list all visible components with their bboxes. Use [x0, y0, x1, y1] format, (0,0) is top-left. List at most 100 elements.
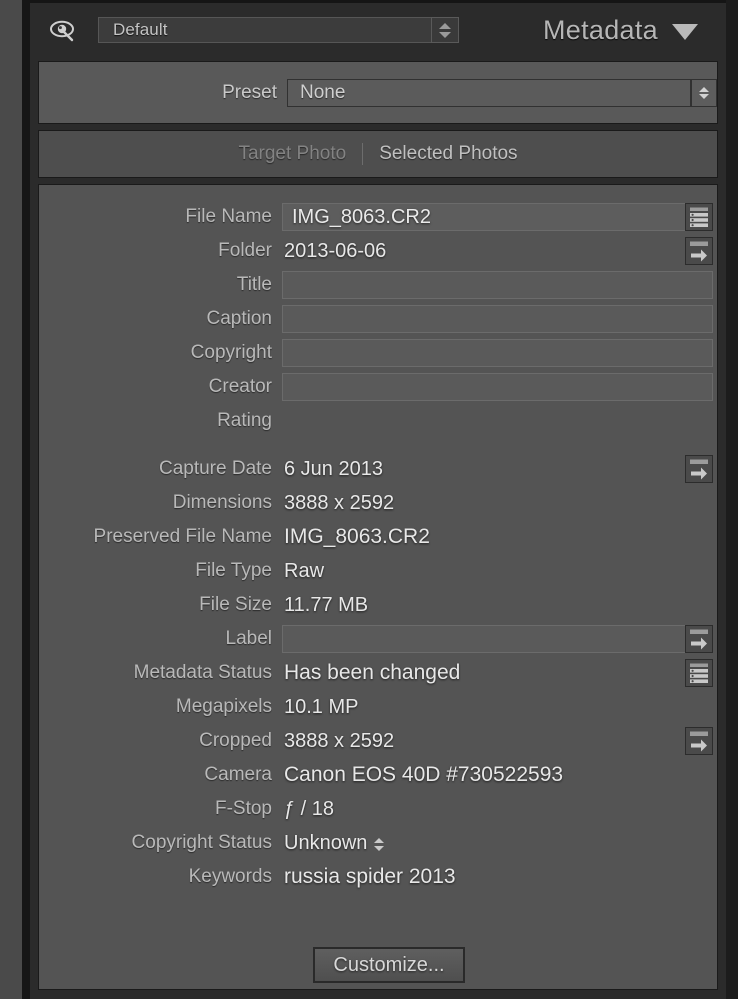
- arrow-right-icon-button[interactable]: [685, 727, 713, 755]
- right-edge-strip: [726, 0, 738, 999]
- list-icon: [689, 662, 709, 684]
- metadata-row: Megapixels 10.1 MP: [39, 690, 717, 724]
- field-value: IMG_8063.CR2: [292, 206, 431, 228]
- panel-body: Default Metadata Preset None Target Phot…: [30, 0, 726, 999]
- default-preset-dropdown[interactable]: Default: [98, 17, 432, 43]
- metadata-row: Title: [39, 268, 717, 302]
- metadata-row: Camera Canon EOS 40D #730522593: [39, 758, 717, 792]
- triangle-up-icon: [699, 87, 709, 92]
- metadata-row: Dimensions 3888 x 2592: [39, 486, 717, 520]
- metadata-row: Capture Date 6 Jun 2013: [39, 452, 717, 486]
- field-label: Cropped: [199, 730, 272, 751]
- copyright-status-stepper[interactable]: [373, 835, 385, 853]
- field-label: Preserved File Name: [93, 526, 272, 547]
- field-value[interactable]: Raw: [284, 554, 324, 588]
- metadata-row: File Type Raw: [39, 554, 717, 588]
- arrow-right-icon: [689, 240, 709, 262]
- arrow-right-icon: [689, 628, 709, 650]
- field-value[interactable]: 11.77 MB: [284, 588, 368, 622]
- field-label: Keywords: [188, 866, 272, 887]
- field-value[interactable]: Has been changed: [284, 656, 460, 690]
- left-gutter: [0, 0, 22, 999]
- metadata-row: Folder 2013-06-06: [39, 234, 717, 268]
- field-input[interactable]: [282, 305, 713, 333]
- lightroom-metadata-panel: Default Metadata Preset None Target Phot…: [0, 0, 738, 999]
- field-value[interactable]: 6 Jun 2013: [284, 452, 383, 486]
- metadata-row: File Size 11.77 MB: [39, 588, 717, 622]
- metadata-row: Metadata Status Has been changed: [39, 656, 717, 690]
- field-value[interactable]: Canon EOS 40D #730522593: [284, 758, 563, 792]
- metadata-row: Keywords russia spider 2013: [39, 860, 717, 894]
- field-value[interactable]: 2013-06-06: [284, 234, 386, 268]
- field-input[interactable]: IMG_8063.CR2: [282, 203, 713, 231]
- preset-row: Preset None: [38, 61, 718, 124]
- field-label: Label: [225, 628, 273, 649]
- field-label: Copyright Status: [131, 832, 272, 853]
- metadata-row: Cropped 3888 x 2592: [39, 724, 717, 758]
- arrow-right-icon: [689, 458, 709, 480]
- field-input[interactable]: [282, 373, 713, 401]
- field-value[interactable]: 10.1 MP: [284, 690, 358, 724]
- preset-value: None: [300, 82, 346, 103]
- metadata-row: Caption: [39, 302, 717, 336]
- arrow-right-icon: [689, 730, 709, 752]
- metadata-field-list: File Name IMG_8063.CR2 Folder 2013-06-06 Tit…: [38, 184, 718, 990]
- list-icon-button[interactable]: [685, 203, 713, 231]
- field-label: Megapixels: [175, 696, 272, 717]
- metadata-row: Creator: [39, 370, 717, 404]
- arrow-right-icon-button[interactable]: [685, 455, 713, 483]
- field-label: File Size: [199, 594, 272, 615]
- left-gutter-divider: [22, 0, 30, 999]
- field-value[interactable]: IMG_8063.CR2: [284, 520, 430, 554]
- metadata-row: Copyright Status Unknown: [39, 826, 717, 860]
- metadata-row: Copyright: [39, 336, 717, 370]
- field-label: Metadata Status: [133, 662, 272, 683]
- metadata-row: Label: [39, 622, 717, 656]
- field-label: Camera: [204, 764, 272, 785]
- preset-stepper[interactable]: [691, 79, 717, 107]
- field-value[interactable]: 3888 x 2592: [284, 724, 394, 758]
- panel-collapse-triangle-down-icon[interactable]: [672, 24, 698, 40]
- triangle-down-icon: [699, 94, 709, 99]
- metadata-row: File Name IMG_8063.CR2: [39, 200, 717, 234]
- field-value[interactable]: ƒ / 18: [284, 792, 334, 826]
- triangle-up-icon: [439, 22, 451, 29]
- field-value[interactable]: 3888 x 2592: [284, 486, 394, 520]
- arrow-right-icon-button[interactable]: [685, 237, 713, 265]
- tab-target-photo[interactable]: Target Photo: [238, 143, 346, 165]
- customize-button[interactable]: Customize...: [313, 947, 465, 983]
- eye-icon[interactable]: [50, 18, 76, 42]
- field-input[interactable]: [282, 339, 713, 367]
- field-label: Caption: [206, 308, 273, 329]
- photo-scope-tabs: Target Photo Selected Photos: [38, 130, 718, 178]
- page-title: Metadata: [543, 15, 658, 45]
- field-label: Capture Date: [158, 458, 272, 479]
- field-label: Dimensions: [172, 492, 272, 513]
- metadata-row: Rating: [39, 404, 717, 438]
- field-input[interactable]: [282, 625, 713, 653]
- field-label: Copyright: [190, 342, 272, 363]
- preset-label: Preset: [222, 82, 277, 103]
- metadata-row: F-Stop ƒ / 18: [39, 792, 717, 826]
- arrow-right-icon-button[interactable]: [685, 625, 713, 653]
- list-icon: [689, 206, 709, 228]
- field-value[interactable]: russia spider 2013: [284, 860, 456, 894]
- default-preset-stepper[interactable]: [431, 17, 459, 43]
- field-label: File Type: [195, 560, 272, 581]
- field-label: Rating: [217, 410, 272, 431]
- field-label: File Name: [185, 206, 272, 227]
- list-icon-button[interactable]: [685, 659, 713, 687]
- field-label: Folder: [218, 240, 272, 261]
- triangle-up-icon: [374, 837, 384, 843]
- triangle-down-icon: [374, 845, 384, 851]
- triangle-down-icon: [439, 31, 451, 38]
- field-label: F-Stop: [214, 798, 272, 819]
- field-input[interactable]: [282, 271, 713, 299]
- preset-dropdown[interactable]: None: [287, 79, 691, 107]
- panel-header: Default Metadata: [30, 3, 726, 56]
- metadata-row: Preserved File Name IMG_8063.CR2: [39, 520, 717, 554]
- field-label: Title: [236, 274, 272, 295]
- default-preset-value: Default: [113, 20, 168, 39]
- tab-selected-photos[interactable]: Selected Photos: [379, 143, 517, 165]
- field-value[interactable]: Unknown: [284, 826, 367, 860]
